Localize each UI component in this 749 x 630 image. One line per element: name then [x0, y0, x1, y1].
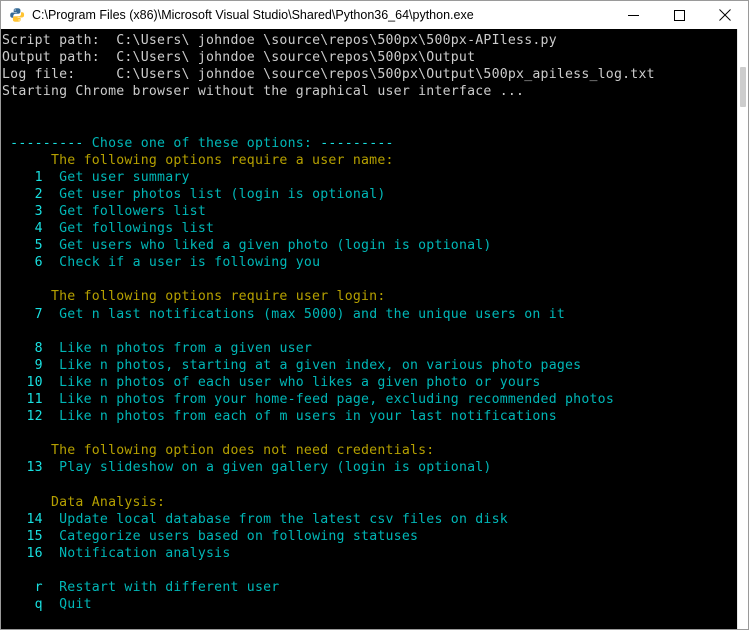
section-heading-text: Data Analysis: [2, 494, 166, 510]
console-menu-item: 9 Like n photos, starting at a given ind… [2, 357, 737, 374]
console-menu-item: q Quit [2, 596, 737, 613]
menu-item-key: 3 [2, 203, 43, 219]
close-button[interactable] [702, 1, 748, 29]
menu-item-key: 2 [2, 186, 43, 202]
menu-item-label: Get followers list [42, 203, 207, 219]
menu-item-key: 11 [2, 391, 43, 407]
menu-item-key: 4 [2, 221, 43, 237]
path-label: Output path: [2, 50, 117, 66]
path-value: C:\Users\ johndoe \source\repos\500px\Ou… [116, 67, 655, 83]
menu-item-label: Get user photos list (login is optional) [42, 186, 386, 202]
section-heading-text: The following options require user login… [2, 289, 386, 305]
console-output[interactable]: Script path: C:\Users\ johndoe \source\r… [1, 29, 737, 629]
menu-item-key: 16 [2, 545, 43, 561]
console-section-heading: Data Analysis: [2, 494, 737, 511]
console-status-line: Starting Chrome browser without the grap… [2, 83, 737, 100]
menu-item-label: Get n last notifications (max 5000) and … [42, 306, 566, 322]
menu-item-key: 8 [2, 340, 43, 356]
window-titlebar[interactable]: C:\Program Files (x86)\Microsoft Visual … [0, 0, 749, 29]
console-menu-item: 15 Categorize users based on following s… [2, 528, 737, 545]
console-menu-item: 3 Get followers list [2, 203, 737, 220]
console-section-heading: The following option does not need crede… [2, 442, 737, 459]
menu-item-label: Get users who liked a given photo (login… [42, 238, 492, 254]
menu-item-label: Like n photos of each user who likes a g… [42, 374, 541, 390]
console-menu-item: 11 Like n photos from your home-feed pag… [2, 391, 737, 408]
status-text: Starting Chrome browser without the grap… [2, 84, 525, 100]
console-menu-item: 6 Check if a user is following you [2, 254, 737, 271]
path-label: Log file: [2, 67, 117, 83]
console-path-line: Script path: C:\Users\ johndoe \source\r… [2, 32, 737, 49]
menu-item-label: Like n photos, starting at a given index… [42, 357, 582, 373]
console-menu-item: 14 Update local database from the latest… [2, 511, 737, 528]
menu-item-label: Like n photos from a given user [42, 340, 313, 356]
python-logo-icon [9, 7, 25, 23]
console-menu-item: 4 Get followings list [2, 220, 737, 237]
console-path-line: Log file: C:\Users\ johndoe \source\repo… [2, 66, 737, 83]
path-label: Script path: [2, 33, 117, 48]
window-title: C:\Program Files (x86)\Microsoft Visual … [32, 8, 474, 22]
console-path-line: Output path: C:\Users\ johndoe \source\r… [2, 49, 737, 66]
console-menu-item: 8 Like n photos from a given user [2, 340, 737, 357]
console-body[interactable]: Script path: C:\Users\ johndoe \source\r… [0, 29, 749, 630]
menu-item-label: Get followings list [42, 221, 215, 237]
console-menu-item: 16 Notification analysis [2, 545, 737, 562]
menu-item-key: 5 [2, 238, 43, 254]
console-menu-item: 2 Get user photos list (login is optiona… [2, 186, 737, 203]
console-scrollbar[interactable] [737, 29, 748, 629]
maximize-button[interactable] [656, 1, 702, 29]
console-menu-item: 13 Play slideshow on a given gallery (lo… [2, 459, 737, 476]
console-section-heading: The following options require user login… [2, 288, 737, 305]
menu-item-key: 9 [2, 357, 43, 373]
menu-item-key: 14 [2, 511, 43, 527]
menu-item-label: Notification analysis [42, 545, 231, 561]
console-banner-line: --------- Chose one of these options: --… [2, 135, 737, 152]
menu-item-key: q [2, 597, 43, 613]
menu-item-key: 1 [2, 169, 43, 185]
path-value: C:\Users\ johndoe \source\repos\500px\50… [116, 33, 557, 48]
section-heading-text: The following options require a user nam… [2, 152, 394, 168]
menu-item-label: Check if a user is following you [42, 255, 321, 271]
menu-item-label: Like n photos from each of m users in yo… [42, 409, 557, 425]
console-section-heading: The following options require a user nam… [2, 152, 737, 169]
banner-dash-right: --------- [320, 135, 394, 151]
menu-item-key: 10 [2, 374, 43, 390]
menu-item-label: Play slideshow on a given gallery (login… [42, 460, 492, 476]
console-menu-item: r Restart with different user [2, 579, 737, 596]
menu-item-label: Quit [42, 597, 92, 613]
console-window: C:\Program Files (x86)\Microsoft Visual … [0, 0, 749, 630]
menu-item-key: 6 [2, 255, 43, 271]
minimize-button[interactable] [610, 1, 656, 29]
console-menu-item: 7 Get n last notifications (max 5000) an… [2, 306, 737, 323]
console-menu-item: 5 Get users who liked a given photo (log… [2, 237, 737, 254]
menu-item-label: Get user summary [42, 169, 190, 185]
section-heading-text: The following option does not need crede… [2, 443, 435, 459]
menu-item-key: 13 [2, 460, 43, 476]
menu-item-key: r [2, 580, 43, 595]
menu-item-key: 15 [2, 528, 43, 544]
scrollbar-thumb[interactable] [740, 67, 746, 107]
menu-item-label: Update local database from the latest cs… [42, 511, 508, 527]
console-menu-item: 12 Like n photos from each of m users in… [2, 408, 737, 425]
path-value: C:\Users\ johndoe \source\repos\500px\Ou… [116, 50, 476, 66]
banner-text: Chose one of these options: [83, 135, 321, 151]
menu-item-label: Restart with different user [42, 580, 280, 595]
menu-item-key: 12 [2, 409, 43, 425]
console-menu-item: 1 Get user summary [2, 169, 737, 186]
menu-item-key: 7 [2, 306, 43, 322]
menu-item-label: Categorize users based on following stat… [42, 528, 419, 544]
menu-item-label: Like n photos from your home-feed page, … [42, 391, 614, 407]
banner-dash-left: --------- [2, 135, 84, 151]
console-menu-item: 10 Like n photos of each user who likes … [2, 374, 737, 391]
